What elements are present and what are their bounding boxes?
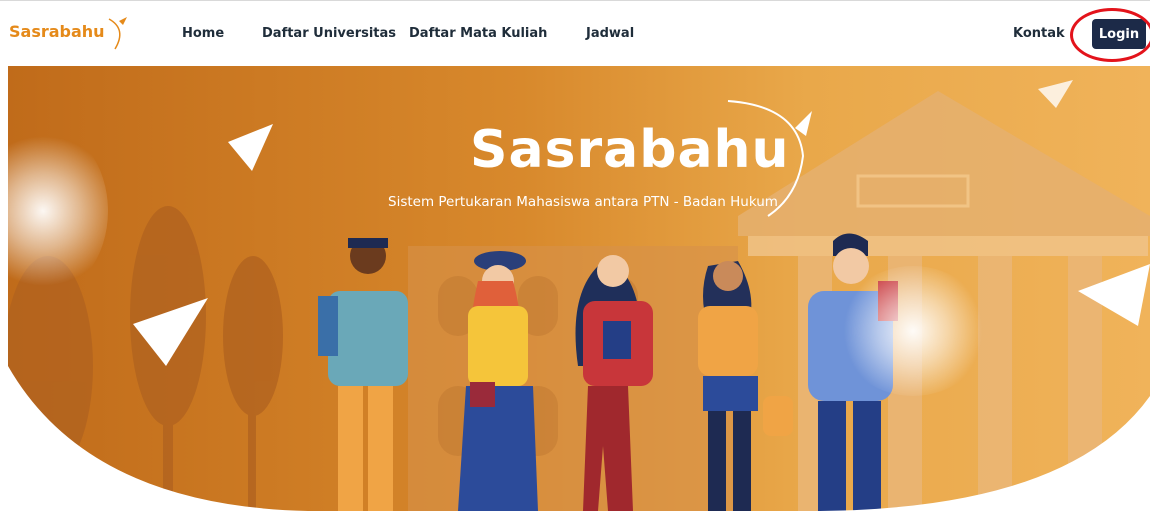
hero-subtitle: Sistem Pertukaran Mahasiswa antara PTN -… bbox=[388, 194, 778, 210]
nav-daftar-mata-kuliah[interactable]: Daftar Mata Kuliah bbox=[409, 26, 547, 41]
nav-kontak[interactable]: Kontak bbox=[1013, 26, 1065, 41]
brand-logo[interactable]: Sasrabahu bbox=[9, 22, 105, 41]
light-glow bbox=[838, 266, 988, 396]
nav-jadwal[interactable]: Jadwal bbox=[586, 26, 634, 41]
nav-daftar-universitas[interactable]: Daftar Universitas bbox=[262, 26, 396, 41]
brand-arc-icon bbox=[108, 17, 127, 50]
login-highlight-circle bbox=[1070, 8, 1150, 62]
hero-title: Sasrabahu bbox=[470, 120, 790, 180]
navbar: Sasrabahu Home Daftar Universitas Daftar… bbox=[0, 0, 1150, 66]
nav-home[interactable]: Home bbox=[182, 26, 224, 41]
hero-banner: Sasrabahu Sistem Pertukaran Mahasiswa an… bbox=[8, 66, 1150, 511]
